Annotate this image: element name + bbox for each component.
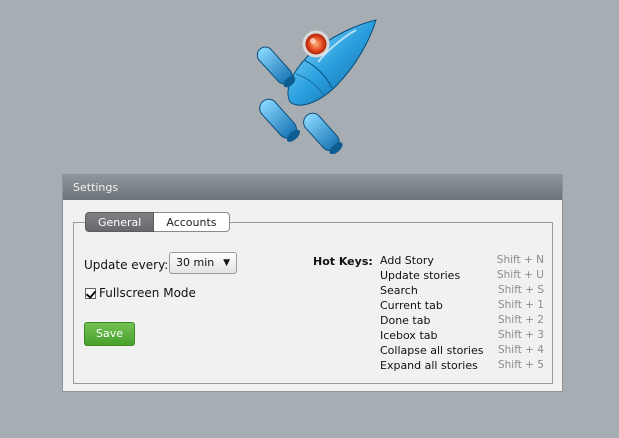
fullscreen-checkbox[interactable] [85, 287, 96, 299]
hotkeys-list: Add Story Shift + N Update stories Shift… [380, 253, 544, 373]
settings-panel: Settings General Accounts Update every: … [62, 174, 563, 392]
update-interval-value: 30 min [176, 256, 215, 269]
update-label: Update every: [84, 258, 169, 272]
hotkey-action: Update stories [380, 269, 461, 282]
tab-accounts[interactable]: Accounts [154, 212, 230, 232]
hotkey-shortcut: Shift + S [497, 284, 544, 296]
hotkey-row: Current tab Shift + 1 [380, 298, 544, 313]
hotkeys-title: Hot Keys: [313, 255, 373, 268]
rocket-icon [256, 19, 377, 154]
fullscreen-label: Fullscreen Mode [99, 286, 196, 300]
hotkey-shortcut: Shift + 2 [497, 314, 544, 326]
hotkey-action: Icebox tab [380, 329, 438, 342]
hotkey-row: Icebox tab Shift + 3 [380, 328, 544, 343]
hotkey-action: Collapse all stories [380, 344, 484, 357]
hotkey-action: Expand all stories [380, 359, 478, 372]
hotkey-action: Search [380, 284, 418, 297]
hotkey-shortcut: Shift + 1 [497, 299, 544, 311]
hotkey-shortcut: Shift + 4 [497, 344, 544, 356]
hotkey-shortcut: Shift + 5 [497, 359, 544, 371]
hotkey-shortcut: Shift + N [496, 254, 544, 266]
hotkey-row: Search Shift + S [380, 283, 544, 298]
hotkey-shortcut: Shift + 3 [497, 329, 544, 341]
hotkey-row: Expand all stories Shift + 5 [380, 358, 544, 373]
hotkey-row: Add Story Shift + N [380, 253, 544, 268]
tab-bar: General Accounts [85, 212, 230, 232]
triangle-down-icon: ▼ [223, 258, 230, 268]
hotkey-row: Update stories Shift + U [380, 268, 544, 283]
fullscreen-row[interactable]: Fullscreen Mode [85, 286, 196, 300]
hotkey-action: Current tab [380, 299, 443, 312]
hotkey-action: Done tab [380, 314, 431, 327]
tab-general[interactable]: General [85, 212, 155, 232]
hotkey-row: Collapse all stories Shift + 4 [380, 343, 544, 358]
hotkey-row: Done tab Shift + 2 [380, 313, 544, 328]
hotkey-shortcut: Shift + U [496, 269, 544, 281]
panel-title: Settings [63, 175, 562, 200]
update-interval-select[interactable]: 30 min ▼ [169, 252, 237, 274]
save-button[interactable]: Save [84, 322, 135, 346]
hotkey-action: Add Story [380, 254, 434, 267]
